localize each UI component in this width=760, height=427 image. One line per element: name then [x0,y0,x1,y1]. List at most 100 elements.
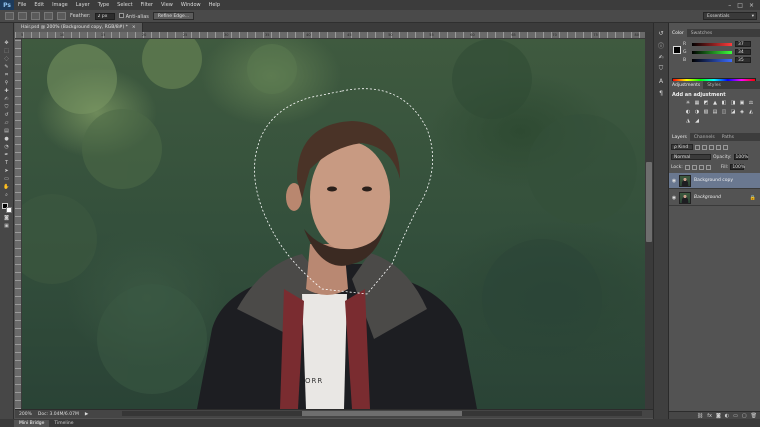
menu-type[interactable]: Type [94,2,113,8]
visibility-eye-icon[interactable]: ◉ [669,195,679,201]
character-panel-icon[interactable]: A [657,77,666,85]
shape-filter-icon[interactable] [716,144,721,150]
new-adjustment-layer-icon[interactable]: ◐ [725,413,729,419]
color-lookup-icon[interactable]: ▤ [712,109,718,115]
layer-background[interactable]: ◉ Background 🔒 [669,190,760,206]
quick-mask-icon[interactable]: ◙ [2,214,12,221]
opacity-input[interactable]: 100% [733,154,748,160]
clone-stamp-tool-icon[interactable]: ⛉ [2,103,12,110]
brush-panel-icon[interactable]: ✍ [657,53,666,61]
subtract-selection-icon[interactable] [44,12,53,20]
threshold-icon[interactable]: ◈ [739,109,745,115]
marquee-tool-icon[interactable]: ⬚ [2,47,12,54]
quick-select-tool-icon[interactable]: ✎ [2,63,12,70]
extra-adjustment-icon[interactable]: ◢ [694,118,700,124]
menu-image[interactable]: Image [48,2,72,8]
properties-panel-icon[interactable]: ⓘ [657,41,666,50]
fill-input[interactable]: 100% [730,164,745,170]
layer-style-icon[interactable]: fx [707,413,712,419]
smart-object-filter-icon[interactable] [723,144,728,150]
blur-tool-icon[interactable]: ● [2,135,12,142]
dodge-tool-icon[interactable]: ◔ [2,143,12,150]
menu-edit[interactable]: Edit [30,2,48,8]
foreground-color-swatch[interactable] [673,46,681,54]
delete-layer-icon[interactable]: 🗑 [751,413,757,419]
selective-color-icon[interactable]: ◭ [748,109,754,115]
green-slider[interactable] [692,50,732,54]
horizontal-scrollbar[interactable] [122,411,642,416]
history-brush-tool-icon[interactable]: ↺ [2,111,12,118]
close-document-icon[interactable]: × [132,25,136,30]
blend-mode-select[interactable]: Normal [671,154,711,160]
zoom-level[interactable]: 200% [19,412,32,417]
eyedropper-tool-icon[interactable]: ⚲ [2,79,12,86]
invert-icon[interactable]: ◫ [721,109,727,115]
tab-timeline[interactable]: Timeline [49,420,78,427]
vertical-scroll-thumb[interactable] [646,162,652,242]
layer-background-copy[interactable]: ◉ Background copy [669,173,760,189]
healing-tool-icon[interactable]: ✚ [2,87,12,94]
background-color-swatch[interactable] [5,207,12,213]
menu-layer[interactable]: Layer [72,2,94,8]
new-selection-icon[interactable] [18,12,27,20]
exposure-icon[interactable]: ▲ [712,100,718,106]
refine-edge-button[interactable]: Refine Edge... [152,12,195,20]
red-value-input[interactable]: 37 [735,41,751,47]
lock-position-icon[interactable] [698,164,704,170]
clone-source-panel-icon[interactable]: ⛉ [657,65,666,73]
add-selection-icon[interactable] [31,12,40,20]
tab-color[interactable]: Color [669,29,687,37]
maximize-button[interactable]: □ [737,2,743,9]
shape-tool-icon[interactable]: ▭ [2,175,12,182]
new-layer-icon[interactable]: ▢ [742,413,747,419]
curves-icon[interactable]: ◩ [703,100,709,106]
move-tool-icon[interactable]: ✥ [2,39,12,46]
tab-swatches[interactable]: Swatches [688,29,716,37]
visibility-eye-icon[interactable]: ◉ [669,178,679,184]
tab-styles[interactable]: Styles [704,81,724,89]
link-layers-icon[interactable]: ⛓ [697,413,703,419]
blue-slider[interactable] [692,58,732,62]
add-mask-icon[interactable]: ◙ [716,413,721,419]
crop-tool-icon[interactable]: ⌗ [2,71,12,78]
blue-value-input[interactable]: 35 [735,57,751,63]
antialias-checkbox[interactable]: Anti-alias [118,12,149,20]
pixel-filter-icon[interactable] [695,144,700,150]
kind-filter-select[interactable]: ρ Kind [671,144,693,150]
history-panel-icon[interactable]: ↺ [657,29,666,37]
menu-file[interactable]: File [14,2,30,8]
type-filter-icon[interactable] [709,144,714,150]
color-balance-icon[interactable]: ⚖ [748,100,754,106]
tab-adjustments[interactable]: Adjustments [669,81,704,89]
lasso-preset-icon[interactable] [5,12,14,20]
horizontal-ruler[interactable]: 5 10 15 20 25 30 35 40 45 50 55 60 65 70… [15,32,645,39]
hand-tool-icon[interactable]: ✋ [2,183,12,190]
document-tab[interactable]: Hair.psd @ 200% (Background copy, RGB/8#… [15,23,143,32]
feather-input[interactable] [94,12,115,20]
vibrance-icon[interactable]: ◧ [721,100,727,106]
brightness-contrast-icon[interactable]: ☀ [685,100,691,106]
vertical-scrollbar[interactable] [645,32,653,409]
intersect-selection-icon[interactable] [57,12,66,20]
green-value-input[interactable]: 34 [735,49,751,55]
hue-saturation-icon[interactable]: ▣ [739,100,745,106]
minimize-button[interactable]: – [728,2,731,9]
adjustment-filter-icon[interactable] [702,144,707,150]
pen-tool-icon[interactable]: ✒ [2,151,12,158]
levels-icon[interactable]: ▦ [694,100,700,106]
menu-help[interactable]: Help [205,2,224,8]
color-swatches[interactable] [1,203,12,213]
eraser-tool-icon[interactable]: ▱ [2,119,12,126]
screen-mode-icon[interactable]: ▣ [2,222,12,229]
gradient-map-icon[interactable]: ◮ [685,118,691,124]
red-slider[interactable] [692,42,732,46]
tab-channels[interactable]: Channels [691,133,718,141]
zoom-tool-icon[interactable]: ⌕ [2,191,12,198]
menu-select[interactable]: Select [113,2,136,8]
type-tool-icon[interactable]: T [2,159,12,166]
lock-pixels-icon[interactable] [691,164,697,170]
vertical-ruler[interactable] [15,39,22,409]
status-menu-arrow-icon[interactable]: ▶ [85,412,88,417]
posterize-icon[interactable]: ◪ [730,109,736,115]
menu-view[interactable]: View [157,2,177,8]
